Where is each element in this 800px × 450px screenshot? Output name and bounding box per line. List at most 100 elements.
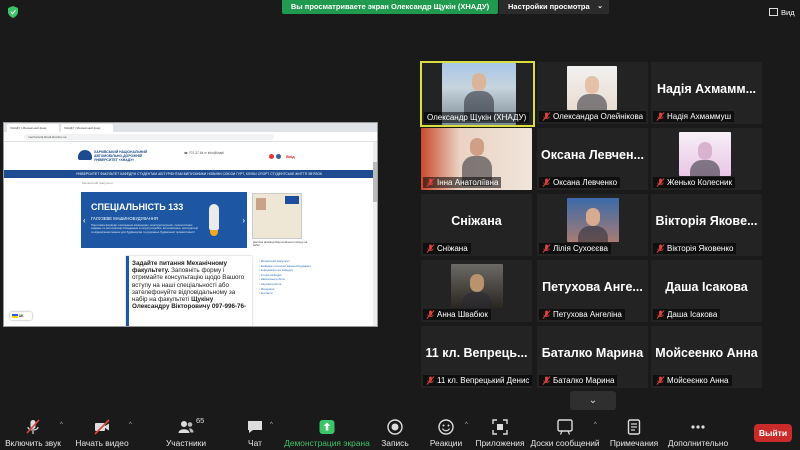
participant-tile[interactable]: 11 кл. Вепрець... 11 кл. Вепрецький Денис <box>421 326 532 388</box>
gallery-collapse-button[interactable]: ⌄ <box>570 391 616 410</box>
consultation-popup[interactable]: Задайте питання Механічному факультету. … <box>126 256 252 326</box>
participant-name-label: Оксана Левченко <box>539 177 621 188</box>
participant-name: Інна Анатоліївна <box>437 178 499 187</box>
record-button[interactable]: Запись <box>376 412 414 450</box>
muted-mic-icon <box>656 310 665 319</box>
chat-button[interactable]: ^ Чат <box>238 412 273 450</box>
participant-tile[interactable]: Оксана Левчен... Оксана Левченко <box>537 128 648 190</box>
participant-tile[interactable]: Олександр Щукін (ХНАДУ) <box>420 61 535 127</box>
participant-tile[interactable]: Анна Швабюк <box>421 260 532 322</box>
caret-up-icon[interactable]: ^ <box>129 422 132 428</box>
share-screen-button[interactable]: Демонстрация экрана <box>282 412 372 450</box>
participant-face <box>472 73 486 91</box>
participant-face <box>469 138 484 156</box>
notes-label: Примечания <box>609 438 659 448</box>
scrollbar-thumb[interactable] <box>373 162 377 202</box>
caret-up-icon[interactable]: ^ <box>270 422 273 428</box>
view-settings-button[interactable]: Настройки просмотра ⌄ <box>499 0 609 14</box>
shared-screen[interactable]: ХНАДУ | Механічний факу ХНАДУ | Механічн… <box>3 122 378 327</box>
participant-tile[interactable]: Олександра Олейнікова <box>537 62 648 124</box>
reactions-icon <box>438 419 454 435</box>
shield-icon[interactable] <box>8 6 18 18</box>
participant-name-label: Даша Ісакова <box>653 309 721 320</box>
side-link[interactable]: Контакти <box>259 291 329 296</box>
chevron-right-icon[interactable]: › <box>242 216 245 225</box>
caret-up-icon[interactable]: ^ <box>594 422 597 428</box>
whiteboard-icon <box>557 419 573 435</box>
participant-tile[interactable]: Вікторія Яковe... Вікторія Яковенко <box>651 194 762 256</box>
scrollbar[interactable] <box>373 142 377 326</box>
login-link[interactable]: Вхід <box>286 154 295 159</box>
more-button[interactable]: Дополнительно <box>664 412 732 450</box>
participant-tile[interactable]: Женько Колесник <box>651 128 762 190</box>
muted-mic-icon <box>426 244 435 253</box>
site-logo-text: ХАРКІВСЬКИЙ НАЦІОНАЛЬНИЙ АВТОМОБІЛЬНО-ДО… <box>94 150 148 162</box>
whiteboards-button[interactable]: ^ Доски сообщений <box>530 412 600 450</box>
browser-tabs: ХНАДУ | Механічний факу ХНАДУ | Механічн… <box>4 123 377 132</box>
participant-body <box>578 226 608 242</box>
eu-flag-icon <box>285 196 299 204</box>
apps-icon <box>492 419 508 435</box>
participant-name-label: Анна Швабюк <box>423 309 491 320</box>
muted-mic-icon <box>426 310 435 319</box>
browser-tab[interactable]: ХНАДУ | Механічний факу <box>7 124 59 132</box>
participant-video <box>567 198 619 242</box>
social-icon[interactable] <box>276 154 281 159</box>
side-links: Механічний факультет Кафедра технології … <box>259 259 329 296</box>
reactions-button[interactable]: ^ Реакции <box>426 412 468 450</box>
participant-face <box>585 76 599 94</box>
url-field[interactable]: mechanical.khadi.kharkov.ua <box>24 134 274 140</box>
leave-button[interactable]: Выйти <box>754 424 792 442</box>
social-icon[interactable] <box>269 154 274 159</box>
apps-button[interactable]: Приложения <box>474 412 526 450</box>
participant-tile[interactable]: Надія Ахмамм... Надія Ахмаммуш <box>651 62 762 124</box>
view-button[interactable]: Вид <box>769 8 795 18</box>
participant-tile[interactable]: Інна Анатоліївна <box>421 128 532 190</box>
participant-tile[interactable]: Мойсеенко Анна Мойсеєнко Анна <box>651 326 762 388</box>
participant-display-name: Баталко Марина <box>541 346 644 360</box>
participants-button[interactable]: 65 Участники <box>160 412 212 450</box>
more-icon <box>691 425 705 429</box>
record-label: Запись <box>381 438 409 448</box>
diploma-photo <box>256 198 266 210</box>
participants-icon <box>178 421 194 433</box>
meeting-toolbar: ^ Включить звук ^ Начать видео 65 Участн… <box>0 412 800 450</box>
caret-up-icon[interactable]: ^ <box>465 422 468 428</box>
site-header: ХАРКІВСЬКИЙ НАЦІОНАЛЬНИЙ АВТОМОБІЛЬНО-ДО… <box>4 142 377 170</box>
participant-name-label: Сніжана <box>423 243 471 254</box>
participant-tile[interactable]: Петухова Анге... Петухова Ангеліна <box>537 260 648 322</box>
participant-name: Лілія Сухоєєва <box>553 244 608 253</box>
language-switch[interactable]: UK <box>10 312 32 320</box>
chat-label: Чат <box>248 438 262 448</box>
contact-info: ☎ 707-37-64 ✉ info@khadi <box>184 151 224 155</box>
participant-tile[interactable]: Лілія Сухоєєва <box>537 194 648 256</box>
apps-label: Приложения <box>475 438 525 448</box>
muted-mic-icon <box>426 178 435 187</box>
browser-tab[interactable]: ХНАДУ | Механічний факу <box>61 124 113 132</box>
grid-icon <box>769 8 778 16</box>
participant-tile[interactable]: Даша Ісакова Даша Ісакова <box>651 260 762 322</box>
sharing-banner: Вы просматриваете экран Олександр Щукін … <box>282 0 498 14</box>
muted-mic-icon <box>26 419 40 434</box>
chevron-left-icon[interactable]: ‹ <box>83 216 86 225</box>
participant-name: 11 кл. Вепрецький Денис <box>437 376 530 385</box>
breadcrumb[interactable]: Механічний факультет <box>82 181 113 185</box>
participants-count: 65 <box>196 416 205 425</box>
participant-name: Баталко Марина <box>553 376 615 385</box>
chat-icon <box>248 421 262 433</box>
muted-mic-icon <box>656 112 665 121</box>
specialty-banner[interactable]: СПЕЦІАЛЬНІСТЬ 133 ГАЛУЗЕВЕ МАШИНОБУДУВАН… <box>81 192 247 248</box>
participant-tile[interactable]: Баталко Марина Баталко Марина <box>537 326 648 388</box>
muted-mic-icon <box>656 244 665 253</box>
start-video-button[interactable]: ^ Начать видео <box>72 412 132 450</box>
participant-tile[interactable]: Сніжана Сніжана <box>421 194 532 256</box>
participant-name: Вікторія Яковенко <box>667 244 734 253</box>
address-bar: mechanical.khadi.kharkov.ua <box>4 132 377 142</box>
caret-up-icon[interactable]: ^ <box>60 422 63 428</box>
unmute-button[interactable]: ^ Включить звук <box>0 412 66 450</box>
notes-button[interactable]: Примечания <box>608 412 660 450</box>
site-nav-items[interactable]: УНІВЕРСИТЕТ ФАКУЛЬТЕТ КАФЕДРИ СТУДЕНТАМ … <box>76 170 322 178</box>
participant-name: Сніжана <box>437 244 468 253</box>
top-bar: Вы просматриваете экран Олександр Щукін … <box>0 0 800 26</box>
unmute-label: Включить звук <box>5 438 61 448</box>
